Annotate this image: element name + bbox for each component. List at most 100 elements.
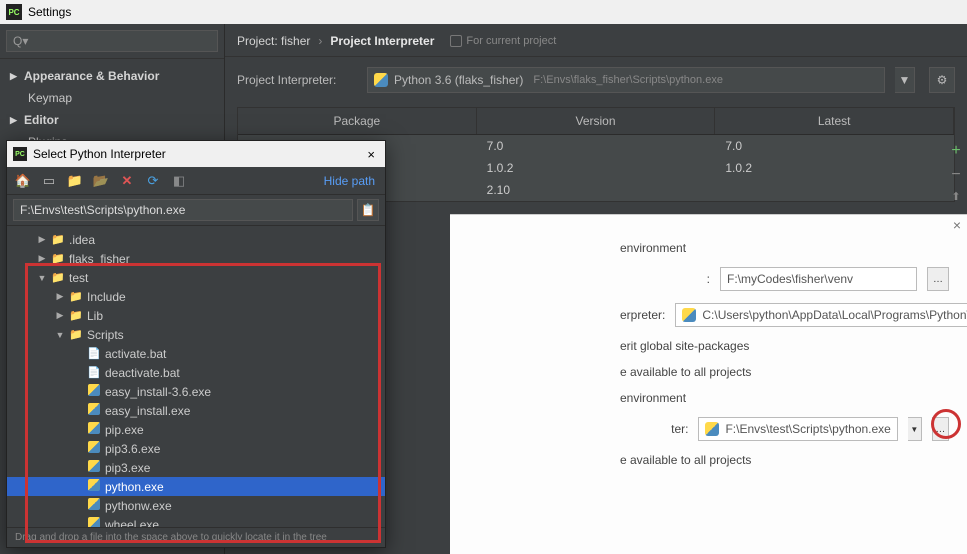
cell: 1.0.2 (477, 157, 716, 179)
dialog-title: Select Python Interpreter (33, 147, 166, 161)
tree-item[interactable]: 📄activate.bat (7, 344, 385, 363)
disclosure-icon[interactable]: ▶ (37, 234, 47, 245)
tree-item[interactable]: pip.exe (7, 420, 385, 439)
desktop-icon[interactable]: ▭ (39, 171, 59, 191)
hide-path-link[interactable]: Hide path (324, 174, 379, 188)
project-icon[interactable]: 📁 (65, 171, 85, 191)
tree-item-label: .idea (69, 233, 95, 247)
tree-item-label: easy_install-3.6.exe (105, 385, 211, 399)
interpreter-gear-button[interactable]: ⚙ (929, 67, 955, 93)
folder-icon: 📁 (51, 233, 65, 246)
tree-item-label: flaks_fisher (69, 252, 130, 266)
python-file-icon (87, 422, 101, 437)
file-tree[interactable]: ▶📁.idea▶📁flaks_fisher▼📁test▶📁Include▶📁Li… (7, 226, 385, 527)
tree-item[interactable]: pip3.exe (7, 458, 385, 477)
base-interpreter-value: C:\Users\python\AppData\Local\Programs\P… (702, 308, 967, 322)
new-folder-icon[interactable]: 📂 (91, 171, 111, 191)
folder-icon: 📁 (69, 290, 83, 303)
disclosure-icon[interactable]: ▶ (55, 310, 65, 321)
python-file-icon (87, 384, 101, 399)
disclosure-icon[interactable]: ▼ (37, 273, 47, 283)
cell: 7.0 (477, 135, 716, 157)
window-title: Settings (28, 5, 71, 19)
col-latest[interactable]: Latest (715, 108, 954, 134)
tree-item[interactable]: pip3.6.exe (7, 439, 385, 458)
tree-item-label: python.exe (105, 480, 164, 494)
file-icon: 📄 (87, 366, 101, 379)
home-icon[interactable]: 🏠 (13, 171, 33, 191)
delete-icon[interactable]: ✕ (117, 171, 137, 191)
path-input[interactable] (13, 199, 353, 221)
make-available-checkbox-label[interactable]: e available to all projects (620, 365, 751, 379)
tree-item[interactable]: wheel.exe (7, 515, 385, 527)
tree-item[interactable]: pythonw.exe (7, 496, 385, 515)
reset-icon[interactable] (450, 35, 462, 47)
breadcrumb-project: Project: fisher (237, 34, 310, 48)
inherit-checkbox-label[interactable]: erit global site-packages (620, 339, 749, 353)
remove-package-button[interactable]: − (951, 166, 960, 184)
breadcrumb-page: Project Interpreter (330, 34, 434, 48)
location-browse-button[interactable]: … (927, 267, 949, 291)
existing-interpreter-value: F:\Envs\test\Scripts\python.exe (725, 422, 890, 436)
sidebar-item-keymap[interactable]: Keymap (0, 87, 224, 109)
python-icon (374, 73, 388, 87)
tree-item[interactable]: easy_install.exe (7, 401, 385, 420)
dialog-footer-hint: Drag and drop a file into the space abov… (7, 527, 385, 547)
gear-icon: ⚙ (937, 73, 948, 87)
refresh-icon[interactable]: ⟳ (143, 171, 163, 191)
dialog-close-button[interactable]: × (363, 147, 379, 162)
history-button[interactable]: 📋 (357, 199, 379, 221)
tree-item-label: easy_install.exe (105, 404, 190, 418)
tree-item[interactable]: python.exe (7, 477, 385, 496)
disclosure-icon[interactable]: ▼ (55, 330, 65, 340)
tree-item[interactable]: ▶ 📁 .idea (7, 230, 385, 249)
make-available-checkbox-label-2[interactable]: e available to all projects (620, 453, 751, 467)
tree-item[interactable]: ▼📁test (7, 268, 385, 287)
folder-icon: 📁 (69, 309, 83, 322)
folder-icon: 📁 (51, 252, 65, 265)
sidebar-item-editor[interactable]: ▶Editor (0, 109, 224, 131)
tree-item-label: pip.exe (105, 423, 144, 437)
sidebar-item-appearance[interactable]: ▶Appearance & Behavior (0, 65, 224, 87)
tree-item[interactable]: ▶ 📁 flaks_fisher (7, 249, 385, 268)
python-file-icon (87, 403, 101, 418)
existing-env-radio-label[interactable]: environment (620, 391, 686, 405)
python-icon (682, 308, 696, 322)
tree-item[interactable]: easy_install-3.6.exe (7, 382, 385, 401)
col-package[interactable]: Package (238, 108, 477, 134)
tree-item[interactable]: ▶📁Include (7, 287, 385, 306)
sidebar-label: Keymap (28, 91, 72, 105)
existing-dropdown-arrow[interactable]: ▼ (908, 417, 922, 441)
tree-item[interactable]: ▶ 📁 Lib (7, 306, 385, 325)
close-icon[interactable]: × (953, 217, 961, 233)
python-file-icon (87, 517, 101, 527)
location-value: F:\myCodes\fisher\venv (727, 272, 853, 286)
disclosure-icon[interactable]: ▶ (55, 291, 65, 302)
tree-item-label: pythonw.exe (105, 499, 172, 513)
col-version[interactable]: Version (477, 108, 716, 134)
settings-search-input[interactable] (6, 30, 218, 52)
upgrade-package-button[interactable]: ⬆ (951, 190, 960, 203)
python-file-icon (87, 479, 101, 494)
interpreter-dropdown[interactable]: Python 3.6 (flaks_fisher) F:\Envs\flaks_… (367, 67, 885, 93)
tree-item-label: Lib (87, 309, 103, 323)
new-env-radio-label[interactable]: environment (620, 241, 686, 255)
add-package-button[interactable]: + (951, 142, 960, 160)
base-interpreter-dropdown[interactable]: C:\Users\python\AppData\Local\Programs\P… (675, 303, 967, 327)
add-interpreter-panel: × environment : F:\myCodes\fisher\venv …… (450, 214, 967, 554)
tree-item-label: deactivate.bat (105, 366, 180, 380)
show-hidden-icon[interactable]: ◧ (169, 171, 189, 191)
disclosure-icon[interactable]: ▶ (37, 253, 47, 264)
cell: 1.0.2 (715, 157, 954, 179)
interpreter-name: Python 3.6 (flaks_fisher) (394, 73, 523, 87)
interpreter-path: F:\Envs\flaks_fisher\Scripts\python.exe (533, 74, 723, 86)
tree-item[interactable]: ▼📁Scripts (7, 325, 385, 344)
app-icon: PC (6, 4, 22, 20)
existing-interpreter-dropdown[interactable]: F:\Envs\test\Scripts\python.exe (698, 417, 897, 441)
interpreter-dropdown-arrow[interactable]: ▼ (895, 67, 915, 93)
tree-item[interactable]: 📄 deactivate.bat (7, 363, 385, 382)
breadcrumb: Project: fisher › Project Interpreter Fo… (225, 24, 967, 57)
folder-icon: 📁 (69, 328, 83, 341)
folder-icon: 📁 (51, 271, 65, 284)
location-input[interactable]: F:\myCodes\fisher\venv (720, 267, 917, 291)
